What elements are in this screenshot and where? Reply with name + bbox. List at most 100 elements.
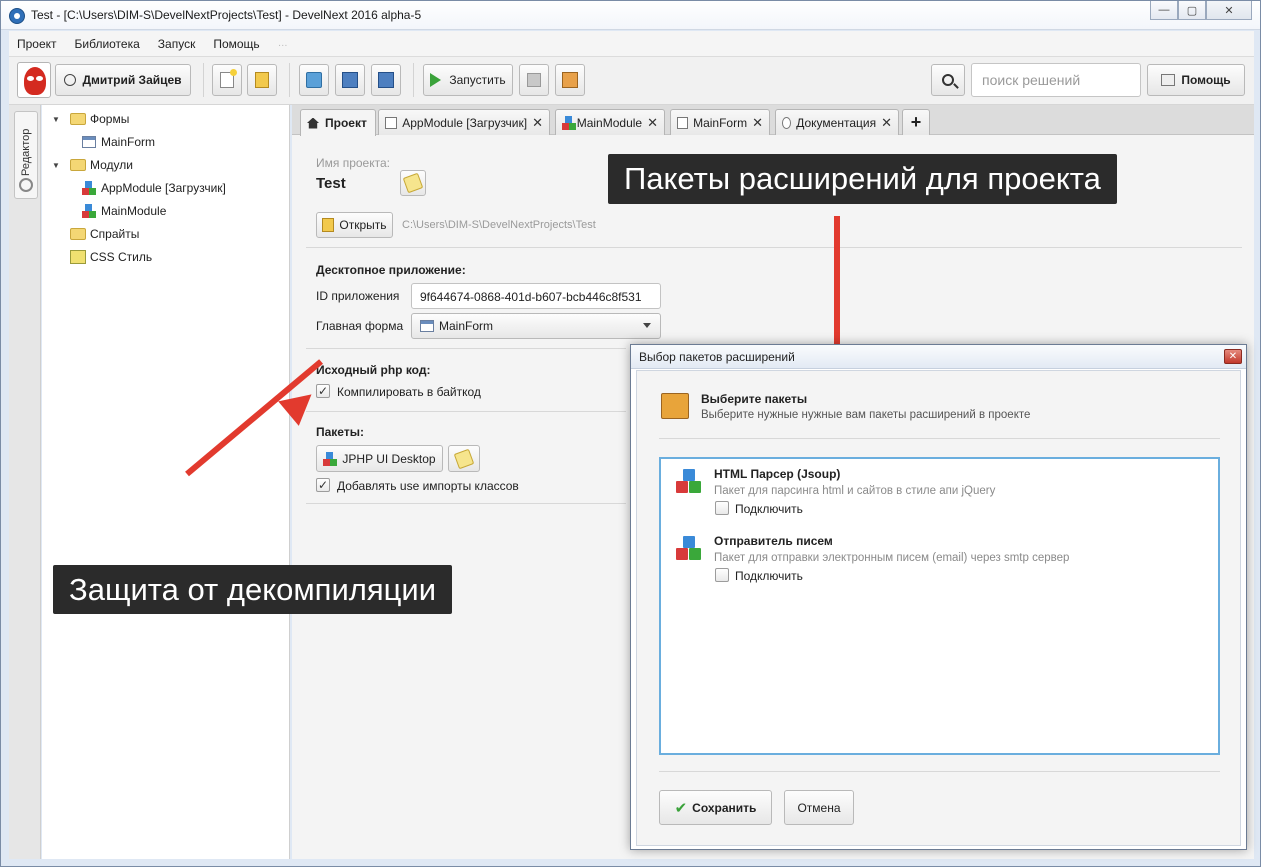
close-button[interactable]: ✕: [1206, 1, 1252, 20]
maximize-button[interactable]: ▢: [1178, 1, 1206, 20]
module-icon: [82, 181, 96, 195]
search-button[interactable]: [931, 64, 965, 96]
package-icon: [323, 451, 338, 466]
tree-item-modules[interactable]: ▼ Модули: [52, 155, 133, 175]
editor-tab-label: Редактор: [20, 128, 32, 176]
chevron-down-icon[interactable]: ▼: [52, 115, 62, 124]
form-icon: [420, 320, 434, 332]
project-name-caption: Имя проекта:: [316, 156, 390, 170]
tab-mainmodule-label: MainModule: [576, 115, 643, 130]
new-file-icon: [220, 69, 237, 88]
connect-checkbox[interactable]: [715, 568, 729, 582]
pencil-icon: [402, 172, 424, 194]
open-folder-button[interactable]: Открыть: [316, 212, 393, 238]
side-tab-strip: Редактор: [9, 105, 41, 859]
export-button[interactable]: [299, 64, 329, 96]
checkmark-icon: ✔: [674, 799, 688, 817]
open-label: Открыть: [339, 218, 387, 232]
divider: [306, 247, 1242, 248]
tab-project[interactable]: Проект: [300, 109, 376, 136]
callout-decompile: Защита от декомпиляции: [53, 565, 453, 614]
chevron-down-icon[interactable]: ▼: [52, 161, 62, 170]
compile-checkbox[interactable]: ✓: [316, 384, 330, 398]
tab-project-label: Проект: [325, 116, 367, 130]
tree-item-appmodule[interactable]: AppModule [Загрузчик]: [82, 178, 226, 198]
add-tab-button[interactable]: +: [902, 109, 930, 135]
tab-appmodule[interactable]: AppModule [Загрузчик] ✕: [378, 109, 550, 135]
avatar[interactable]: [17, 62, 51, 98]
help-label: Помощь: [1181, 73, 1231, 87]
menu-help[interactable]: Помощь: [213, 37, 259, 51]
stop-button[interactable]: [519, 64, 549, 96]
dialog-header-subtitle: Выберите нужные нужные вам пакеты расшир…: [701, 409, 1031, 421]
packages-heading: Пакеты:: [316, 425, 364, 439]
dialog-close-button[interactable]: ✕: [1224, 349, 1242, 364]
tab-mainmodule[interactable]: MainModule ✕: [555, 109, 665, 135]
editor-side-tab[interactable]: Редактор: [14, 111, 38, 199]
compile-label: Компилировать в байткод: [337, 385, 481, 399]
tree-label-appmodule: AppModule [Загрузчик]: [101, 181, 226, 195]
play-icon: [430, 73, 442, 87]
menu-run[interactable]: Запуск: [158, 37, 196, 51]
save-as-button[interactable]: [371, 64, 401, 96]
package-list[interactable]: HTML Парсер (Jsoup) Пакет для парсинга h…: [659, 457, 1220, 755]
menu-library[interactable]: Библиотека: [75, 37, 140, 51]
build-button[interactable]: [555, 64, 585, 96]
add-imports-label: Добавлять use импорты классов: [337, 479, 519, 493]
package-description: Пакет для отправки электронным писем (em…: [714, 552, 1070, 564]
close-icon[interactable]: ✕: [881, 115, 892, 131]
tab-documentation[interactable]: Документация ✕: [775, 109, 899, 135]
packages-dialog: Выбор пакетов расширений ✕ Выберите паке…: [630, 344, 1247, 850]
help-book-icon: [1161, 74, 1176, 86]
form-icon: [385, 116, 398, 129]
open-project-button[interactable]: [247, 64, 277, 96]
module-icon: [82, 204, 96, 218]
tree-label-forms: Формы: [90, 112, 130, 126]
package-cubes-icon: [673, 469, 705, 499]
tree-item-sprites[interactable]: Спрайты: [70, 224, 139, 244]
connect-checkbox[interactable]: [715, 501, 729, 515]
edit-name-button[interactable]: [400, 170, 426, 196]
package-name: JPHP UI Desktop: [342, 451, 436, 466]
tab-appmodule-label: AppModule [Загрузчик]: [402, 115, 528, 130]
main-form-select[interactable]: MainForm: [411, 313, 661, 339]
edit-packages-button[interactable]: [448, 445, 480, 472]
folder-icon: [322, 218, 335, 232]
save-button[interactable]: ✔ Сохранить: [659, 790, 772, 825]
add-imports-checkbox[interactable]: ✓: [316, 478, 330, 492]
divider: [306, 348, 626, 349]
minimize-button[interactable]: —: [1150, 1, 1178, 20]
app-id-field[interactable]: 9f644674-0868-401d-b607-bcb446c8f531: [411, 283, 661, 309]
package-button[interactable]: JPHP UI Desktop: [316, 445, 443, 472]
close-icon[interactable]: ✕: [532, 115, 543, 131]
tab-mainform[interactable]: MainForm ✕: [670, 109, 770, 135]
tree-item-mainform[interactable]: MainForm: [82, 132, 155, 152]
callout-packages: Пакеты расширений для проекта: [608, 154, 1117, 204]
home-icon: [307, 117, 319, 129]
app-id-label: ID приложения: [316, 289, 400, 303]
search-input[interactable]: поиск решений: [971, 63, 1141, 97]
help-button[interactable]: Помощь: [1147, 64, 1245, 96]
close-icon[interactable]: ✕: [647, 115, 658, 131]
save-button[interactable]: [335, 64, 365, 96]
run-button[interactable]: Запустить: [423, 64, 513, 96]
build-icon: [562, 72, 578, 88]
user-account-button[interactable]: Дмитрий Зайцев: [55, 64, 191, 96]
cancel-button[interactable]: Отмена: [784, 790, 854, 825]
user-name-label: Дмитрий Зайцев: [82, 73, 182, 87]
run-label: Запустить: [449, 73, 506, 87]
tree-label-css: CSS Стиль: [90, 250, 153, 264]
close-icon[interactable]: ✕: [752, 115, 763, 131]
tree-item-forms[interactable]: ▼ Формы: [52, 109, 129, 129]
package-name: Отправитель писем: [714, 534, 833, 548]
form-icon: [82, 136, 96, 148]
window-controls: — ▢ ✕: [1150, 1, 1252, 20]
package-name: HTML Парсер (Jsoup): [714, 467, 841, 481]
editor-tab-bar: Проект AppModule [Загрузчик] ✕ MainModul…: [292, 105, 1254, 136]
divider: [659, 438, 1220, 439]
new-project-button[interactable]: [212, 64, 242, 96]
tree-item-mainmodule[interactable]: MainModule: [82, 201, 166, 221]
menu-project[interactable]: Проект: [17, 37, 57, 51]
tree-item-css[interactable]: CSS Стиль: [70, 247, 152, 267]
form-icon: [677, 116, 689, 129]
